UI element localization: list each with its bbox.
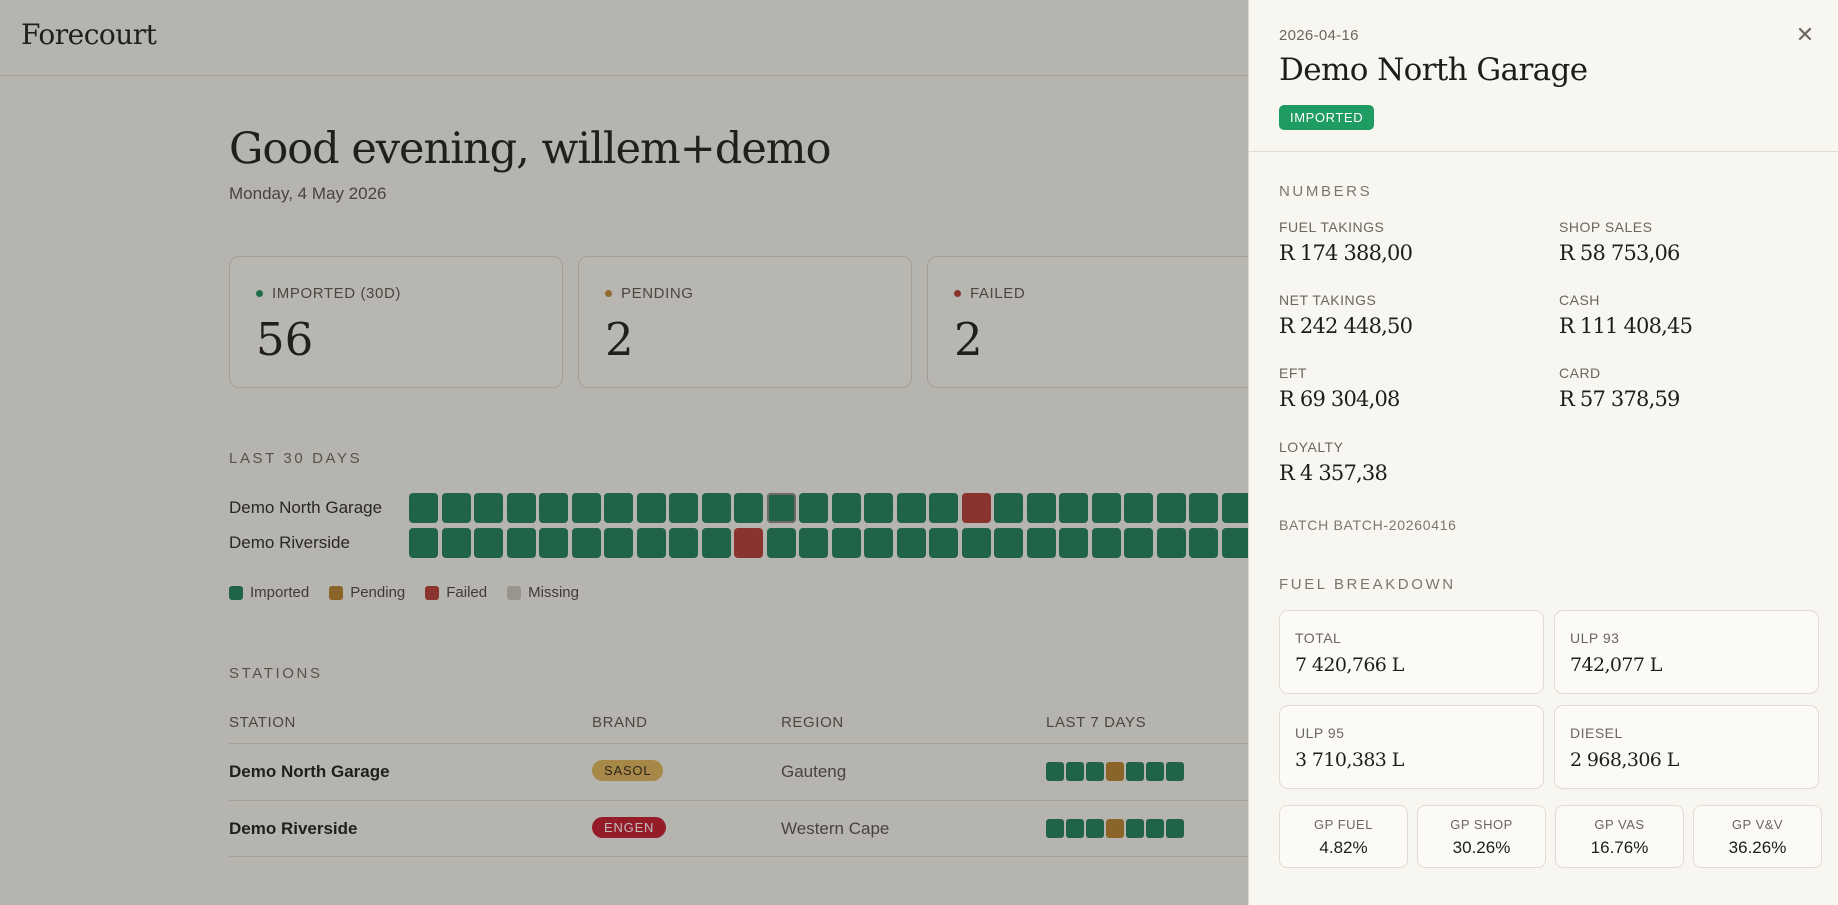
number-label: NET TAKINGS xyxy=(1279,292,1377,308)
numbers-heading: NUMBERS xyxy=(1279,183,1373,200)
status-badge: IMPORTED xyxy=(1279,105,1375,130)
fuel-breakdown-heading: FUEL BREAKDOWN xyxy=(1279,576,1456,593)
number-label: CARD xyxy=(1559,365,1601,381)
gp-value: 30.26% xyxy=(1452,838,1511,857)
gp-label: GP V&V xyxy=(1731,817,1784,832)
fuel-card-total: TOTAL 7 420,766 L xyxy=(1279,610,1544,694)
number-value: R 4 357,38 xyxy=(1279,461,1388,485)
fuel-value: 3 710,383 L xyxy=(1295,749,1404,771)
number-fuel-takings: FUEL TAKINGS R 174 388,00 xyxy=(1279,219,1413,265)
number-value: R 57 378,59 xyxy=(1559,387,1680,411)
gp-label: GP FUEL xyxy=(1314,817,1373,832)
gp-value: 4.82% xyxy=(1319,838,1368,857)
number-label: LOYALTY xyxy=(1279,439,1344,455)
gp-value: 36.26% xyxy=(1728,838,1787,857)
drawer-title: Demo North Garage xyxy=(1279,52,1588,88)
fuel-label: DIESEL xyxy=(1570,725,1623,741)
number-card: CARD R 57 378,59 xyxy=(1559,365,1680,411)
number-value: R 58 753,06 xyxy=(1559,241,1680,265)
number-label: CASH xyxy=(1559,292,1600,308)
batch-id: BATCH BATCH-20260416 xyxy=(1279,517,1457,533)
fuel-label: ULP 93 xyxy=(1570,630,1620,646)
number-label: EFT xyxy=(1279,365,1307,381)
gp-value: 16.76% xyxy=(1590,838,1649,857)
fuel-value: 742,077 L xyxy=(1570,654,1662,676)
number-label: SHOP SALES xyxy=(1559,219,1653,235)
divider xyxy=(1249,151,1838,152)
day-detail-drawer: ✕ 2026-04-16 Demo North Garage IMPORTED … xyxy=(1248,0,1838,905)
fuel-value: 7 420,766 L xyxy=(1295,654,1404,676)
number-label: FUEL TAKINGS xyxy=(1279,219,1385,235)
drawer-date: 2026-04-16 xyxy=(1279,27,1359,44)
gp-card-shop: GP SHOP 30.26% xyxy=(1417,805,1546,868)
number-value: R 111 408,45 xyxy=(1559,314,1693,338)
fuel-card-ulp95: ULP 95 3 710,383 L xyxy=(1279,705,1544,789)
gp-card-vv: GP V&V 36.26% xyxy=(1693,805,1822,868)
fuel-card-ulp93: ULP 93 742,077 L xyxy=(1554,610,1819,694)
number-value: R 69 304,08 xyxy=(1279,387,1400,411)
number-value: R 242 448,50 xyxy=(1279,314,1413,338)
gp-card-vas: GP VAS 16.76% xyxy=(1555,805,1684,868)
close-icon[interactable]: ✕ xyxy=(1794,24,1816,46)
fuel-label: TOTAL xyxy=(1295,630,1342,646)
gp-card-fuel: GP FUEL 4.82% xyxy=(1279,805,1408,868)
number-loyalty: LOYALTY R 4 357,38 xyxy=(1279,439,1388,485)
fuel-label: ULP 95 xyxy=(1295,725,1345,741)
number-shop-sales: SHOP SALES R 58 753,06 xyxy=(1559,219,1680,265)
gp-label: GP SHOP xyxy=(1450,817,1513,832)
fuel-card-diesel: DIESEL 2 968,306 L xyxy=(1554,705,1819,789)
fuel-value: 2 968,306 L xyxy=(1570,749,1679,771)
number-eft: EFT R 69 304,08 xyxy=(1279,365,1400,411)
number-net-takings: NET TAKINGS R 242 448,50 xyxy=(1279,292,1413,338)
gp-label: GP VAS xyxy=(1594,817,1645,832)
number-cash: CASH R 111 408,45 xyxy=(1559,292,1693,338)
number-value: R 174 388,00 xyxy=(1279,241,1413,265)
